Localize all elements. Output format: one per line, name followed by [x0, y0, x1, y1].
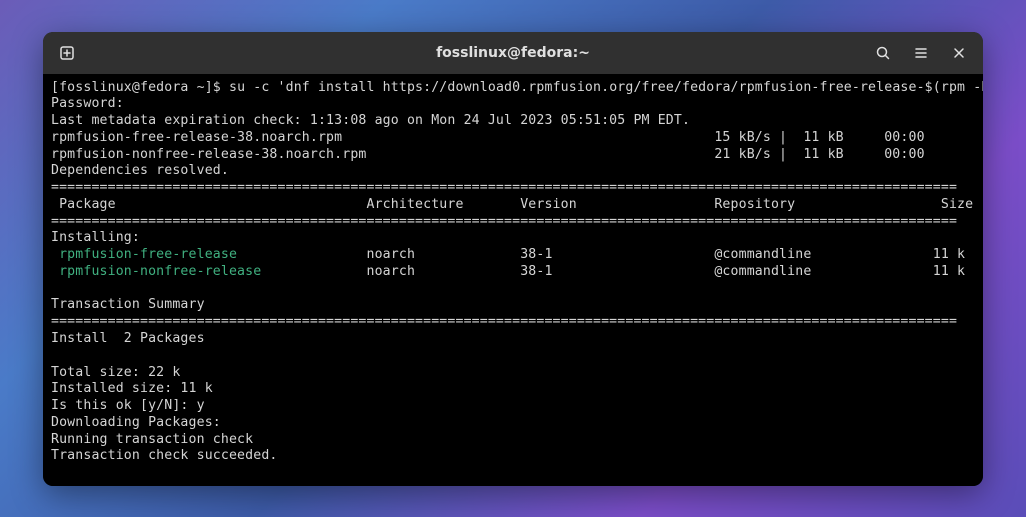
close-icon	[952, 46, 966, 60]
download-line: rpmfusion-nonfree-release-38.noarch.rpm …	[51, 147, 957, 162]
search-icon	[875, 45, 891, 61]
metadata-line: Last metadata expiration check: 1:13:08 …	[51, 113, 690, 128]
confirm-prompt: Is this ok [y/N]: y	[51, 398, 205, 413]
package-name: rpmfusion-free-release	[51, 247, 237, 262]
trans-check: Running transaction check	[51, 432, 253, 447]
new-tab-button[interactable]	[51, 37, 83, 69]
deps-resolved: Dependencies resolved.	[51, 163, 229, 178]
downloading-label: Downloading Packages:	[51, 415, 221, 430]
titlebar-controls	[867, 37, 975, 69]
terminal-window: fosslinux@fedora:~ [fosslinux@fedora ~]$…	[43, 32, 983, 486]
hr-line: ========================================…	[51, 314, 957, 329]
package-row: noarch 38-1 @commandline 11 k	[237, 247, 965, 262]
new-tab-icon	[59, 45, 75, 61]
window-title: fosslinux@fedora:~	[436, 45, 590, 61]
trans-succeeded: Transaction check succeeded.	[51, 448, 278, 463]
installed-size: Installed size: 11 k	[51, 381, 213, 396]
password-prompt: Password:	[51, 96, 132, 111]
shell-prompt: [fosslinux@fedora ~]$	[51, 80, 229, 95]
table-header: Package Architecture Version Repository …	[51, 197, 973, 212]
download-line: rpmfusion-free-release-38.noarch.rpm 15 …	[51, 130, 957, 145]
package-name: rpmfusion-nonfree-release	[51, 264, 261, 279]
menu-button[interactable]	[905, 37, 937, 69]
command-text: su -c 'dnf install https://download0.rpm…	[229, 80, 983, 95]
transaction-summary: Transaction Summary	[51, 297, 205, 312]
hr-line: ========================================…	[51, 180, 957, 195]
close-button[interactable]	[943, 37, 975, 69]
hr-line: ========================================…	[51, 214, 957, 229]
installing-label: Installing:	[51, 230, 140, 245]
terminal-content[interactable]: [fosslinux@fedora ~]$ su -c 'dnf install…	[43, 74, 983, 486]
total-size: Total size: 22 k	[51, 365, 180, 380]
package-row: noarch 38-1 @commandline 11 k	[261, 264, 965, 279]
install-count: Install 2 Packages	[51, 331, 205, 346]
titlebar: fosslinux@fedora:~	[43, 32, 983, 74]
hamburger-icon	[913, 45, 929, 61]
search-button[interactable]	[867, 37, 899, 69]
